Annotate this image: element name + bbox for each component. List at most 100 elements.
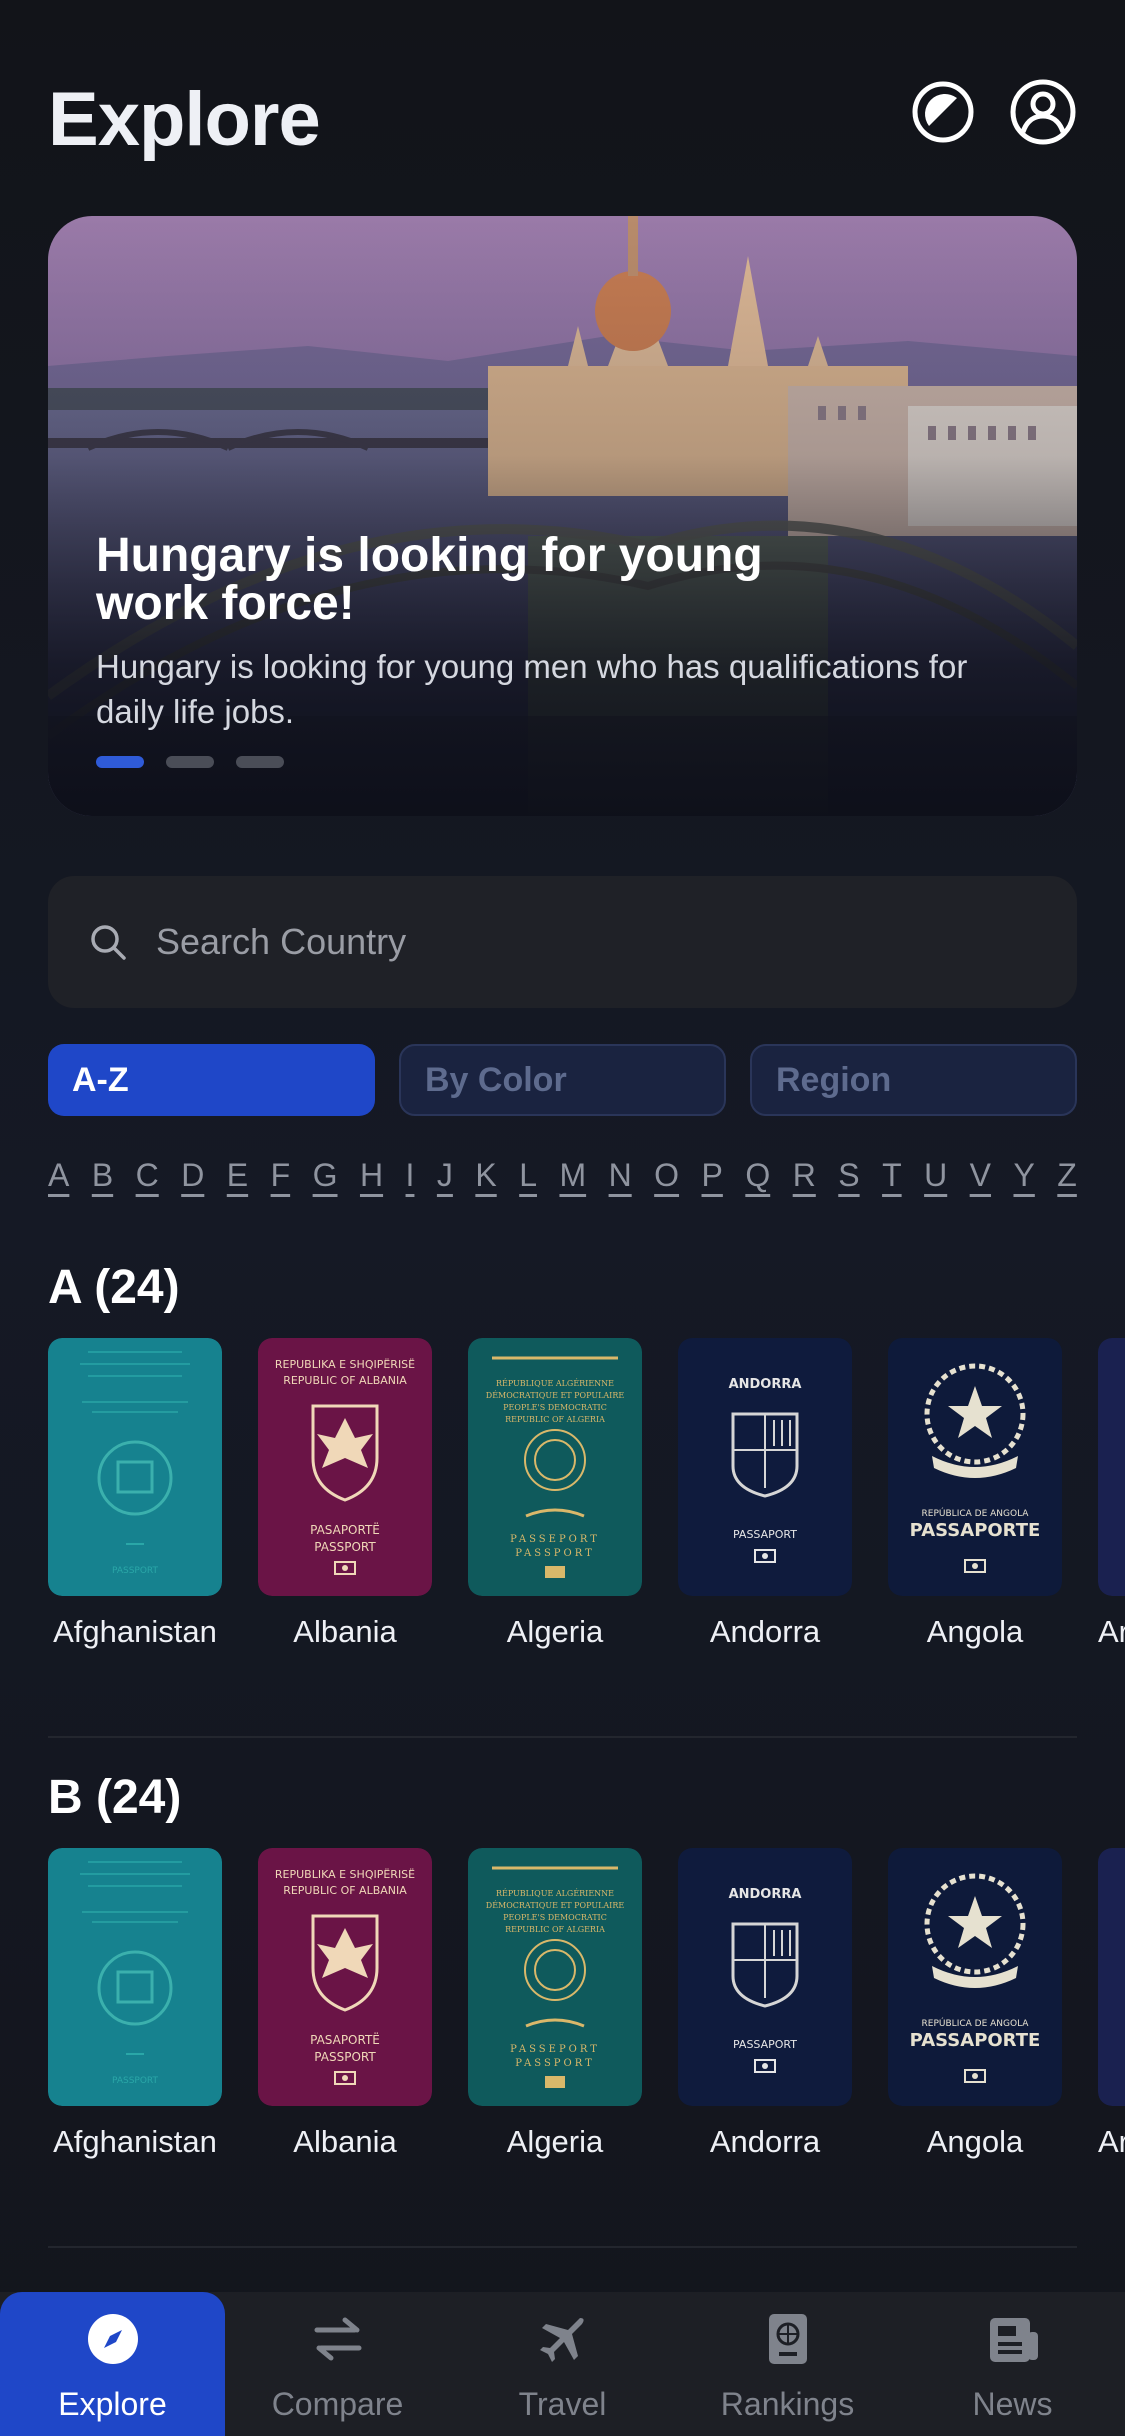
svg-text:PEOPLE'S DEMOCRATIC: PEOPLE'S DEMOCRATIC <box>503 1403 607 1412</box>
letter-link[interactable]: I <box>406 1148 415 1202</box>
country-name: Afghanistan <box>53 2124 217 2159</box>
svg-text:PEOPLE'S DEMOCRATIC: PEOPLE'S DEMOCRATIC <box>503 1913 607 1922</box>
search-placeholder: Search Country <box>156 921 407 962</box>
letter-link[interactable]: T <box>882 1148 902 1202</box>
passport-card-angola[interactable]: REPÚBLICA DE ANGOLA PASSAPORTE <box>888 1848 1062 2106</box>
svg-text:ANDORRA: ANDORRA <box>729 1377 802 1392</box>
banner-subtitle: Hungary is looking for young men who has… <box>96 648 968 730</box>
bottom-nav: Explore Compare Travel Rankings News <box>0 2292 1125 2436</box>
letter-link[interactable]: F <box>271 1148 291 1202</box>
nav-explore[interactable]: Explore <box>0 2292 225 2436</box>
letter-link[interactable]: V <box>970 1148 991 1202</box>
svg-text:DÉMOCRATIQUE ET POPULAIRE: DÉMOCRATIQUE ET POPULAIRE <box>486 1901 625 1910</box>
contrast-icon[interactable] <box>909 78 977 146</box>
featured-banner[interactable]: Hungary is looking for young work force!… <box>48 216 1077 816</box>
letter-link[interactable]: S <box>838 1148 859 1202</box>
svg-text:RÉPUBLIQUE ALGÉRIENNE: RÉPUBLIQUE ALGÉRIENNE <box>496 1379 614 1388</box>
letter-link[interactable]: N <box>609 1148 632 1202</box>
banner-title: Hungary is looking for young work force! <box>96 529 763 630</box>
passport-globe-icon <box>769 2314 807 2364</box>
country-name: Algeria <box>506 2124 604 2159</box>
newspaper-icon <box>990 2318 1038 2362</box>
user-circle-icon[interactable] <box>1009 78 1077 146</box>
letter-link[interactable]: M <box>559 1148 586 1202</box>
svg-text:DÉMOCRATIQUE ET POPULAIRE: DÉMOCRATIQUE ET POPULAIRE <box>486 1391 625 1400</box>
section-title: A (24) <box>48 1261 180 1314</box>
search-input[interactable]: Search Country <box>48 876 1077 1008</box>
country-name: Angola <box>926 2124 1024 2159</box>
tab-by-color[interactable]: By Color <box>399 1044 726 1116</box>
letter-link[interactable]: A <box>48 1148 69 1202</box>
passport-label: PASSPORT <box>112 2076 159 2086</box>
letter-link[interactable]: P <box>702 1148 723 1202</box>
section-a: A (24) PASSPORT Afghanistan REPUBLIKA E … <box>0 1256 1125 1676</box>
pager-dot-3[interactable] <box>236 756 284 768</box>
svg-text:PASSPORT: PASSPORT <box>515 2058 595 2069</box>
svg-text:PASSEPORT: PASSEPORT <box>510 2044 600 2055</box>
compass-icon <box>88 2314 138 2364</box>
country-name: Albania <box>293 2124 397 2159</box>
svg-text:ANDORRA: ANDORRA <box>729 1887 802 1902</box>
nav-label: Explore <box>58 2386 167 2422</box>
banner-pager[interactable] <box>96 756 284 768</box>
passport-card-albania[interactable]: REPUBLIKA E SHQIPËRISË REPUBLIC OF ALBAN… <box>258 1848 432 2106</box>
pager-dot-2[interactable] <box>166 756 214 768</box>
passport-card-partial[interactable] <box>1098 1848 1125 2106</box>
svg-text:PASSAPORTE: PASSAPORTE <box>910 2030 1041 2051</box>
filter-tabs: A-Z By Color Region <box>48 1044 1077 1116</box>
svg-text:REPUBLIC OF ALGERIA: REPUBLIC OF ALGERIA <box>505 1415 605 1424</box>
svg-text:REPUBLIKA E SHQIPËRISË: REPUBLIKA E SHQIPËRISË <box>275 1358 415 1371</box>
nav-travel[interactable]: Travel <box>450 2292 675 2436</box>
passport-card-algeria[interactable]: RÉPUBLIQUE ALGÉRIENNE DÉMOCRATIQUE ET PO… <box>468 1848 642 2106</box>
passport-card-algeria[interactable]: RÉPUBLIQUE ALGÉRIENNE DÉMOCRATIQUE ET PO… <box>468 1338 642 1596</box>
letter-link[interactable]: C <box>136 1148 159 1202</box>
explore-screen: Explore Hungary is looking for young wor… <box>0 0 1125 2436</box>
svg-text:REPÚBLICA DE ANGOLA: REPÚBLICA DE ANGOLA <box>922 2017 1030 2029</box>
nav-compare[interactable]: Compare <box>225 2292 450 2436</box>
svg-text:PASSPORT: PASSPORT <box>515 1548 595 1559</box>
nav-label: Rankings <box>720 2386 855 2422</box>
passport-row: PASSPORT Afghanistan REPUBLIKA E SHQIPËR… <box>48 1848 1125 2168</box>
svg-text:REPUBLIC OF ALGERIA: REPUBLIC OF ALGERIA <box>505 1925 605 1934</box>
swap-arrows-icon <box>314 2317 362 2361</box>
page-title: Explore <box>48 77 321 162</box>
letter-link[interactable]: B <box>92 1148 113 1202</box>
letter-link[interactable]: R <box>793 1148 816 1202</box>
search-icon <box>91 925 126 960</box>
passport-card-afghanistan[interactable]: PASSPORT <box>48 1848 222 2106</box>
tab-a-z[interactable]: A-Z <box>48 1044 375 1116</box>
letter-link[interactable]: K <box>475 1148 496 1202</box>
letter-link[interactable]: D <box>181 1148 204 1202</box>
letter-link[interactable]: G <box>313 1148 338 1202</box>
letter-link[interactable]: L <box>519 1148 537 1202</box>
letter-link[interactable]: Q <box>745 1148 770 1202</box>
header: Explore <box>48 70 1077 170</box>
nav-label: News <box>972 2386 1053 2422</box>
pager-dot-1[interactable] <box>96 756 144 768</box>
letter-link[interactable]: O <box>654 1148 679 1202</box>
letter-link[interactable]: Z <box>1057 1148 1077 1202</box>
passport-card-andorra[interactable]: ANDORRA PASSAPORT <box>678 1338 852 1596</box>
svg-text:REPUBLIC OF ALBANIA: REPUBLIC OF ALBANIA <box>283 1374 407 1387</box>
passport-card-partial[interactable] <box>1098 1338 1125 1596</box>
svg-text:PASSAPORTE: PASSAPORTE <box>910 1520 1041 1541</box>
nav-news[interactable]: News <box>900 2292 1125 2436</box>
passport-card-angola[interactable]: REPÚBLICA DE ANGOLA PASSAPORTE <box>888 1338 1062 1596</box>
svg-text:PASSAPORT: PASSAPORT <box>733 2038 797 2051</box>
letter-link[interactable]: H <box>360 1148 383 1202</box>
tab-region[interactable]: Region <box>750 1044 1077 1116</box>
nav-rankings[interactable]: Rankings <box>675 2292 900 2436</box>
svg-text:PASSPORT: PASSPORT <box>314 1540 376 1554</box>
passport-card-afghanistan[interactable]: PASSPORT <box>48 1338 222 1596</box>
passport-card-albania[interactable]: REPUBLIKA E SHQIPËRISË REPUBLIC OF ALBAN… <box>258 1338 432 1596</box>
country-name: Ar <box>1098 2124 1125 2159</box>
country-name: Albania <box>293 1614 397 1649</box>
letter-link[interactable]: E <box>227 1148 248 1202</box>
svg-text:RÉPUBLIQUE ALGÉRIENNE: RÉPUBLIQUE ALGÉRIENNE <box>496 1889 614 1898</box>
letter-link[interactable]: J <box>437 1148 453 1202</box>
letter-link[interactable]: Y <box>1013 1148 1034 1202</box>
country-name: Algeria <box>506 1614 604 1649</box>
passport-card-andorra[interactable]: ANDORRA PASSAPORT <box>678 1848 852 2106</box>
letter-link[interactable]: U <box>924 1148 947 1202</box>
svg-text:REPUBLIKA E SHQIPËRISË: REPUBLIKA E SHQIPËRISË <box>275 1868 415 1881</box>
